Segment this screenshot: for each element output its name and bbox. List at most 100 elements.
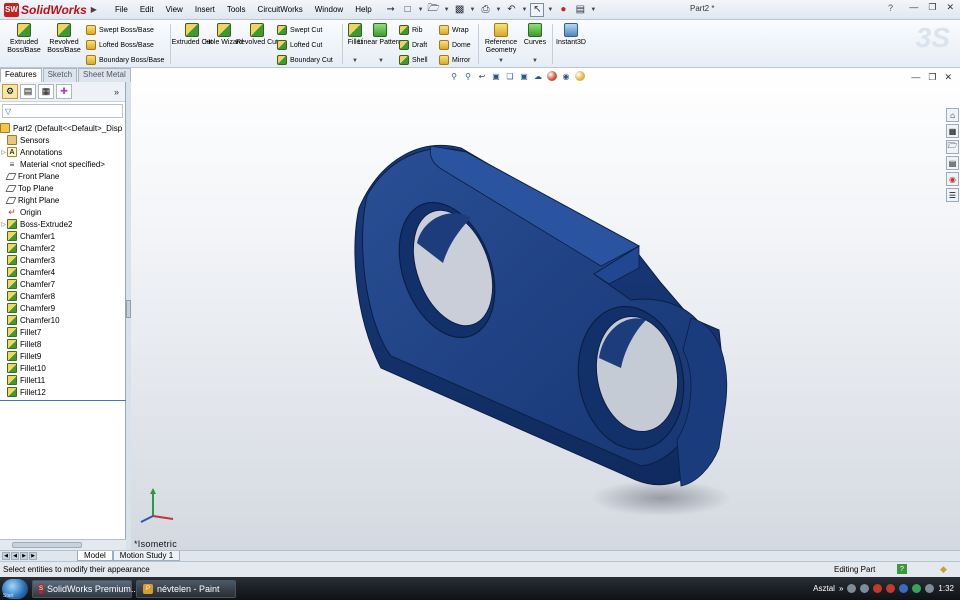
tree-item-chamfer8[interactable]: Chamfer8 [0,290,125,302]
last-tab-icon[interactable]: ▶ [29,552,37,560]
tree-item-boss-extrude2[interactable]: ▷ Boss-Extrude2 [0,218,125,230]
tree-item-material[interactable]: ≡ Material <not specified> [0,158,125,170]
undo-dropdown-icon[interactable]: ▼ [521,7,527,13]
instant3d-button[interactable]: Instant3D [552,23,590,47]
tray-network-icon[interactable] [912,584,922,593]
tag-icon[interactable]: ◆ [940,564,950,574]
custom-properties-icon[interactable]: ☰ [946,188,959,202]
property-manager-tab-icon[interactable]: ▤ [20,84,36,99]
toolbar-expand-icon[interactable]: » [839,584,843,593]
file-properties-icon[interactable]: ▤ [573,3,587,17]
select-dropdown-icon[interactable]: ▼ [547,7,553,13]
rollback-bar[interactable] [0,400,126,401]
tree-item-chamfer7[interactable]: Chamfer7 [0,278,125,290]
menu-tools[interactable]: Tools [221,0,252,20]
tray-bluetooth-icon[interactable] [899,584,909,593]
dimxpert-tab-icon[interactable]: ✚ [56,84,72,99]
tree-item-annotations[interactable]: ▷ A Annotations [0,146,125,158]
rebuild-traffic-light-icon[interactable]: ● [556,3,570,17]
tree-item-chamfer1[interactable]: Chamfer1 [0,230,125,242]
graphics-area[interactable]: ⚲ ⚲ ↩ ▣ ❏ ▣ ☁ ◉ — ❐ ✕ ⌂ ▦ 🗁 ▤ ◉ ☰ *Isome… [131,68,960,550]
draft-button[interactable]: Draft [399,38,427,52]
tree-filter-input[interactable]: ▽ [2,104,123,118]
curves-dropdown-icon[interactable]: ▼ [532,58,538,64]
menu-insert[interactable]: Insert [189,0,221,20]
tab-model[interactable]: Model [77,551,113,561]
tree-item-front-plane[interactable]: Front Plane [0,170,125,182]
lofted-boss-button[interactable]: Lofted Boss/Base [86,38,154,52]
wrap-button[interactable]: Wrap [439,23,469,37]
extruded-boss-button[interactable]: Extruded Boss/Base [2,23,46,55]
curves-button[interactable]: Curves [518,23,552,47]
menu-window[interactable]: Window [309,0,349,20]
open-folder-icon[interactable]: 🗁 [427,3,441,17]
dome-button[interactable]: Dome [439,38,471,52]
shell-button[interactable]: Shell [399,53,428,67]
revolved-cut-button[interactable]: Revolved Cut [235,23,279,47]
panel-expand-icon[interactable]: » [114,87,123,97]
logo-menu-arrow-icon[interactable]: ▶ [91,5,97,14]
first-tab-icon[interactable]: ◀ [2,552,10,560]
appearances-icon[interactable]: ◉ [946,172,959,186]
save-dropdown-icon[interactable]: ▼ [470,7,476,13]
revolved-boss-button[interactable]: Revolved Boss/Base [42,23,86,55]
rib-button[interactable]: Rib [399,23,423,37]
fillet-dropdown-icon[interactable]: ▼ [352,58,358,64]
tab-motion-study-1[interactable]: Motion Study 1 [112,551,181,561]
menu-circuitworks[interactable]: CircuitWorks [252,0,309,20]
taskbar-solidworks-button[interactable]: S SolidWorks Premium... [32,579,138,598]
new-document-icon[interactable]: □ [401,3,415,17]
tree-item-fillet11[interactable]: Fillet11 [0,374,125,386]
tree-item-right-plane[interactable]: Right Plane [0,194,125,206]
tree-horizontal-scrollbar[interactable] [0,539,126,550]
close-icon[interactable]: ✕ [946,2,954,13]
print-dropdown-icon[interactable]: ▼ [496,7,502,13]
clock[interactable]: 1:32 [938,584,954,593]
design-library-icon[interactable]: ▦ [946,124,959,138]
tab-features[interactable]: Features [0,68,42,82]
reference-geometry-dropdown-icon[interactable]: ▼ [498,58,504,64]
swept-boss-button[interactable]: Swept Boss/Base [86,23,154,37]
view-palette-icon[interactable]: ▤ [946,156,959,170]
swept-cut-button[interactable]: Swept Cut [277,23,322,37]
menu-help[interactable]: Help [349,0,377,20]
tray-antivirus-icon[interactable] [873,584,883,593]
language-icon[interactable] [847,584,857,593]
expand-arrow-icon[interactable]: ▷ [0,221,7,228]
print-icon[interactable]: ⎙ [479,3,493,17]
tree-item-fillet9[interactable]: Fillet9 [0,350,125,362]
tray-volume-icon[interactable] [925,584,935,593]
open-dropdown-icon[interactable]: ▼ [444,7,450,13]
new-dropdown-icon[interactable]: ▼ [418,7,424,13]
tree-item-origin[interactable]: ↵ Origin [0,206,125,218]
tree-item-top-plane[interactable]: Top Plane [0,182,125,194]
tray-red-app-icon[interactable] [886,584,896,593]
desktop-toolbar-label[interactable]: Asztal [813,584,835,593]
tree-item-fillet7[interactable]: Fillet7 [0,326,125,338]
save-icon[interactable]: ▩ [453,3,467,17]
prev-tab-icon[interactable]: ◀ [11,552,19,560]
tree-item-sensors[interactable]: Sensors [0,134,125,146]
expand-arrow-icon[interactable]: ▷ [0,149,7,156]
restore-icon[interactable]: ❐ [928,2,936,13]
solidworks-resources-icon[interactable]: ⌂ [946,108,959,122]
menu-edit[interactable]: Edit [134,0,160,20]
boundary-cut-button[interactable]: Boundary Cut [277,53,333,67]
reference-geometry-button[interactable]: Reference Geometry [480,23,522,55]
tree-item-chamfer2[interactable]: Chamfer2 [0,242,125,254]
boundary-boss-button[interactable]: Boundary Boss/Base [86,53,164,67]
app-logo[interactable]: SW SolidWorks ▶ [0,0,101,20]
menu-file[interactable]: File [109,0,134,20]
menu-view[interactable]: View [160,0,189,20]
tree-item-chamfer3[interactable]: Chamfer3 [0,254,125,266]
tree-item-fillet12[interactable]: Fillet12 [0,386,125,398]
quick-tips-icon[interactable]: ? [897,564,907,574]
tree-item-fillet10[interactable]: Fillet10 [0,362,125,374]
tray-app-icon[interactable] [860,584,870,593]
tree-item-chamfer10[interactable]: Chamfer10 [0,314,125,326]
linear-pattern-button[interactable]: Linear Pattern [358,23,402,47]
pin-icon[interactable]: ➞ [384,3,398,17]
taskbar-paint-button[interactable]: P névtelen - Paint [136,579,236,598]
select-pointer-icon[interactable]: ↖ [530,2,545,17]
tab-sketch[interactable]: Sketch [42,68,78,82]
